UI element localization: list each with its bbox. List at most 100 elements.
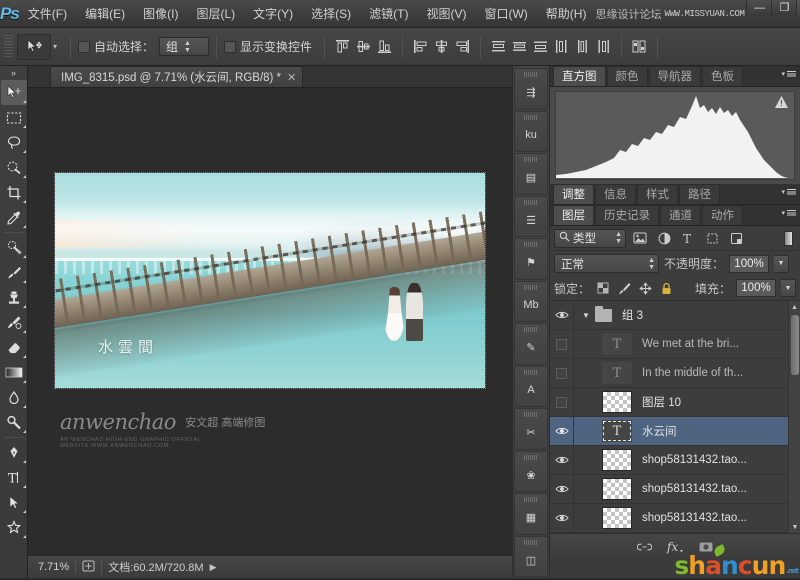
minimize-button[interactable]: —: [746, 0, 771, 16]
align-top-edges-icon[interactable]: [332, 36, 352, 58]
close-icon[interactable]: ✕: [287, 71, 296, 84]
tab-channels[interactable]: 通道: [660, 205, 701, 225]
status-expand-arrow-icon[interactable]: ▶: [210, 562, 217, 573]
align-vertical-centers-icon[interactable]: [353, 36, 373, 58]
distribute-top-edges-icon[interactable]: [488, 36, 508, 58]
tool-brush[interactable]: [1, 260, 27, 285]
align-left-edges-icon[interactable]: [410, 36, 430, 58]
rail-panel-tools[interactable]: ✎: [514, 323, 548, 365]
layer-visibility-toggle[interactable]: [550, 330, 574, 359]
tool-custom-shape[interactable]: [1, 515, 27, 540]
tab-histogram[interactable]: 直方图: [553, 66, 606, 86]
layer-name[interactable]: We met at the bri...: [642, 338, 739, 350]
close-button[interactable]: ✕: [796, 0, 800, 16]
layer-thumbnail[interactable]: [602, 507, 632, 529]
rail-panel-list[interactable]: ☰: [514, 196, 548, 238]
opacity-value[interactable]: 100%: [729, 255, 769, 273]
tab-paths[interactable]: 路径: [679, 184, 720, 204]
table-row[interactable]: T 水云间: [550, 417, 800, 446]
tab-adjustments[interactable]: 调整: [553, 184, 594, 204]
layer-thumbnail[interactable]: [602, 478, 632, 500]
fill-value[interactable]: 100%: [736, 279, 776, 297]
layer-visibility-toggle[interactable]: [550, 359, 574, 388]
tool-pen[interactable]: [1, 440, 27, 465]
layer-name[interactable]: 图层 10: [642, 394, 681, 410]
show-transform-controls-checkbox[interactable]: [224, 41, 236, 53]
document-tab[interactable]: IMG_8315.psd @ 7.71% (水云间, RGB/8) * ✕: [50, 66, 303, 87]
rail-panel-brushes[interactable]: ❀: [514, 451, 548, 493]
menu-view[interactable]: 视图(V): [417, 0, 475, 28]
panel-menu-icon[interactable]: ▾: [781, 70, 796, 78]
layer-visibility-toggle[interactable]: [550, 446, 574, 475]
fill-chevron-down-icon[interactable]: ▼: [781, 279, 796, 297]
toolbox-collapse-button[interactable]: »: [0, 66, 28, 80]
rail-panel-notes[interactable]: ▤: [514, 153, 548, 195]
distribute-bottom-edges-icon[interactable]: [530, 36, 550, 58]
layer-name[interactable]: shop58131432.tao...: [642, 483, 747, 495]
rail-panel-scissors[interactable]: ✂: [514, 408, 548, 450]
tool-lasso[interactable]: [1, 130, 27, 155]
filter-pixel-icon[interactable]: [630, 229, 650, 248]
menu-select[interactable]: 选择(S): [302, 0, 360, 28]
menu-image[interactable]: 图像(I): [134, 0, 187, 28]
layer-name[interactable]: 组 3: [622, 307, 643, 323]
distribute-left-edges-icon[interactable]: [551, 36, 571, 58]
layer-name[interactable]: In the middle of th...: [642, 367, 743, 379]
scrollbar-thumb[interactable]: [791, 315, 799, 375]
lock-transparent-pixels-icon[interactable]: [595, 280, 611, 296]
tab-actions[interactable]: 动作: [702, 205, 743, 225]
menu-window[interactable]: 窗口(W): [475, 0, 536, 28]
layer-list[interactable]: ▼ 组 3 T We met at the bri...: [550, 301, 800, 533]
tool-blur[interactable]: [1, 385, 27, 410]
tool-dodge[interactable]: [1, 410, 27, 435]
scroll-down-arrow-icon[interactable]: ▼: [789, 521, 800, 533]
rail-panel-mb[interactable]: Mb: [514, 281, 548, 323]
layer-name[interactable]: shop58131432.tao...: [642, 512, 747, 524]
menu-file[interactable]: 文件(F): [19, 0, 76, 28]
layer-thumbnail[interactable]: [602, 391, 632, 413]
panel-menu-icon[interactable]: ▾: [781, 209, 796, 217]
tool-preset-chevron-icon[interactable]: ▾: [53, 42, 57, 51]
menu-layer[interactable]: 图层(L): [187, 0, 244, 28]
layer-thumbnail[interactable]: T: [602, 333, 632, 355]
layer-name[interactable]: shop58131432.tao...: [642, 454, 747, 466]
scroll-up-arrow-icon[interactable]: ▲: [789, 301, 800, 313]
auto-select-scope-dropdown[interactable]: 组 ▲▼: [159, 37, 209, 56]
menu-edit[interactable]: 编辑(E): [76, 0, 134, 28]
tab-layers[interactable]: 图层: [553, 205, 594, 225]
link-layers-icon[interactable]: [637, 542, 652, 552]
auto-align-layers-icon[interactable]: [629, 36, 649, 58]
rail-panel-ku[interactable]: ku: [514, 111, 548, 153]
table-row[interactable]: shop58131432.tao...: [550, 504, 800, 533]
tab-info[interactable]: 信息: [595, 184, 636, 204]
tool-gradient[interactable]: [1, 360, 27, 385]
tool-eyedropper[interactable]: [1, 205, 27, 230]
layer-kind-dropdown[interactable]: 类型 ▲▼: [554, 229, 626, 248]
tool-rectangular-marquee[interactable]: [1, 105, 27, 130]
layer-visibility-toggle[interactable]: [550, 417, 574, 446]
filter-adjustment-icon[interactable]: [654, 229, 674, 248]
tool-horizontal-type[interactable]: T: [1, 465, 27, 490]
lock-image-pixels-icon[interactable]: [616, 280, 632, 296]
layer-visibility-toggle[interactable]: [550, 475, 574, 504]
rail-panel-mixer[interactable]: ⇶: [514, 68, 548, 110]
filter-smartobject-icon[interactable]: [726, 229, 746, 248]
menu-filter[interactable]: 滤镜(T): [360, 0, 417, 28]
tool-spot-healing-brush[interactable]: [1, 235, 27, 260]
tab-styles[interactable]: 样式: [637, 184, 678, 204]
move-tool-icon[interactable]: [17, 34, 51, 60]
distribute-vertical-centers-icon[interactable]: [509, 36, 529, 58]
blend-mode-dropdown[interactable]: 正常 ▲▼: [554, 254, 659, 273]
table-row[interactable]: ▼ 组 3: [550, 301, 800, 330]
maximize-button[interactable]: ❐: [771, 0, 796, 16]
rail-panel-text[interactable]: A: [514, 366, 548, 408]
histogram-cache-warning-icon[interactable]: !: [775, 96, 788, 108]
table-row[interactable]: T We met at the bri...: [550, 330, 800, 359]
tool-crop[interactable]: [1, 180, 27, 205]
layer-list-scrollbar[interactable]: ▲ ▼: [788, 301, 800, 533]
table-row[interactable]: shop58131432.tao...: [550, 475, 800, 504]
layer-thumbnail[interactable]: T: [602, 420, 632, 442]
tool-path-selection[interactable]: [1, 490, 27, 515]
lock-position-icon[interactable]: [637, 280, 653, 296]
rail-panel-box[interactable]: ◫: [514, 536, 548, 578]
